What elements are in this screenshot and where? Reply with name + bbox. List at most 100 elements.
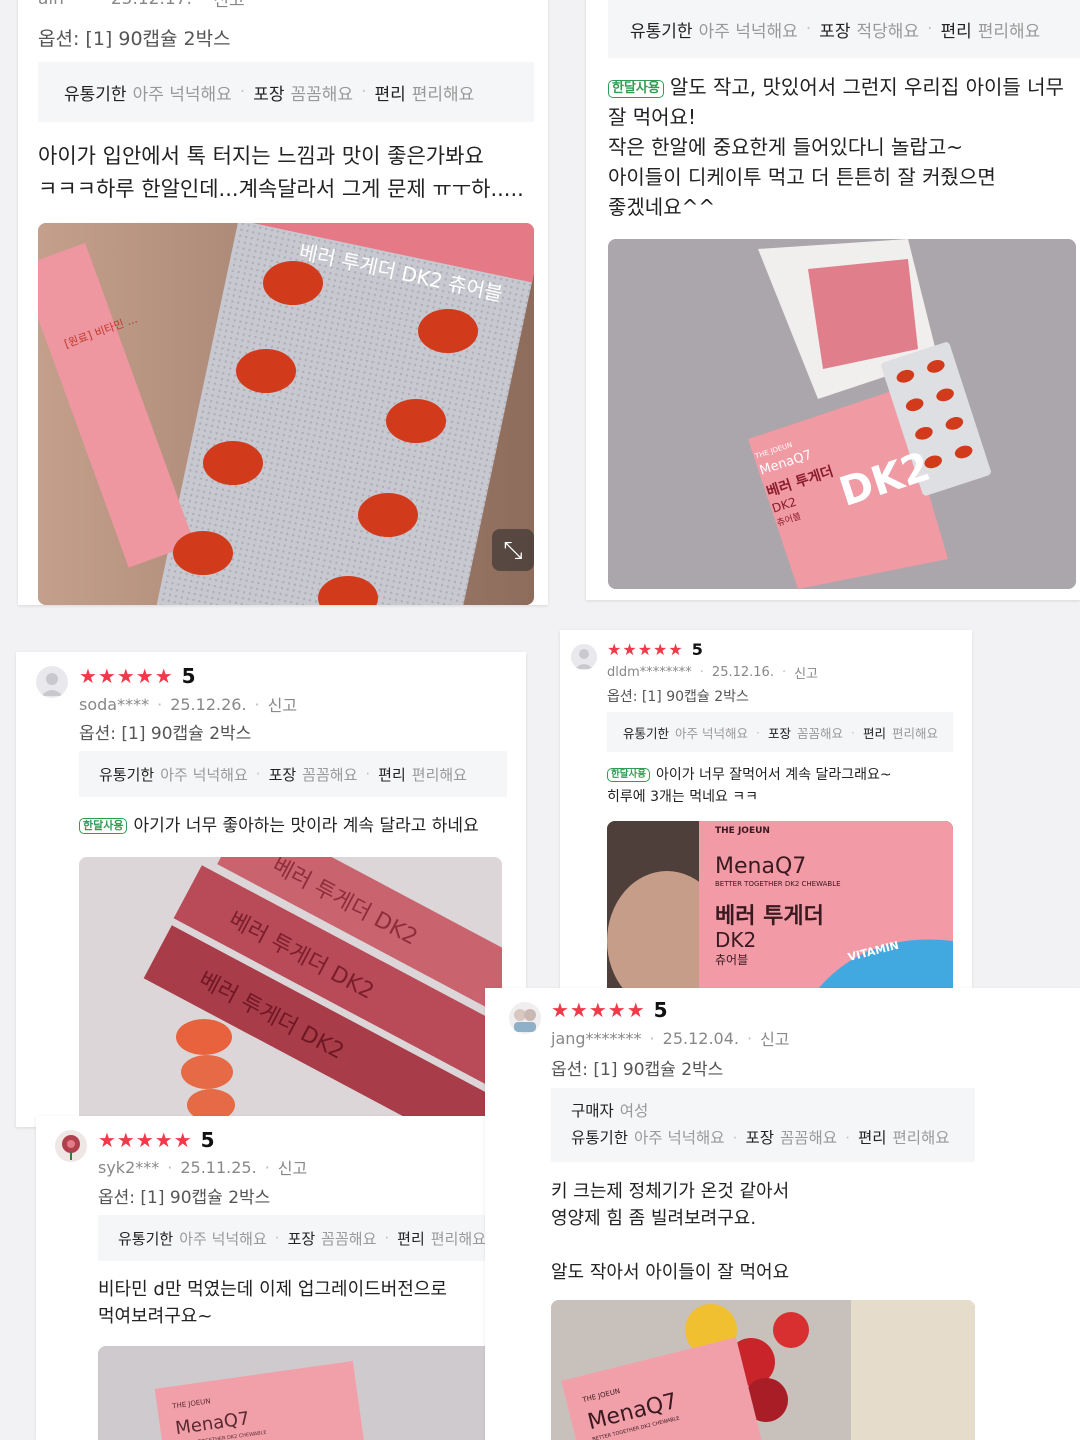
- rating-row: ★★★★★ 5: [551, 998, 668, 1022]
- blister-pack-photo: 베러 투게더 DK2 츄어블 [원료] 비타민 ...: [38, 223, 534, 605]
- review-text-line: 먹여보려구요~: [98, 1306, 213, 1327]
- tag-shelf-value: 아주 넉넉해요: [132, 84, 232, 105]
- review-text-line: 키 크는제 정체기가 온것 같아서: [551, 1181, 790, 1202]
- box-brand: THE JOEUN: [715, 826, 770, 836]
- review-text-line: 아이가 너무 잘먹어서 계속 달라그래요~: [655, 767, 892, 783]
- review-meta: soda**** · 25.12.26. · 신고: [79, 692, 297, 716]
- rating-score: 5: [200, 1128, 215, 1152]
- review-photo[interactable]: THE JOEUN MenaQ7 BETTER TOGETHER DK2 CHE…: [98, 1346, 516, 1440]
- avatar: [571, 644, 597, 670]
- review-date: 25.12.26.: [170, 694, 247, 714]
- product-box-photo: THE JOEUN MenaQ7 BETTER TOGETHER DK2 CHE…: [607, 821, 953, 990]
- tag-pack-label: 포장: [287, 1229, 316, 1248]
- tag-shelf-value: 아주 넉넉해요: [160, 765, 248, 784]
- tag-conv-label: 편리: [858, 1129, 887, 1147]
- review-text-line: 영양제 힘 좀 빌려보려구요.: [551, 1208, 757, 1229]
- report-link[interactable]: 신고: [213, 0, 244, 11]
- review-text: 비타민 d만 먹였는데 이제 업그레이드버전으로 먹여보려구요~: [98, 1276, 447, 1330]
- avatar: [55, 1130, 87, 1162]
- review-card: ★★★★★ 5 dldm******** · 25.12.16. · 신고 옵션…: [560, 630, 972, 990]
- report-link[interactable]: 신고: [278, 1155, 307, 1179]
- review-date: 25.12.04.: [662, 1028, 739, 1048]
- tag-shelf-label: 유통기한: [99, 765, 155, 784]
- reviewer-name: syk2***: [98, 1157, 160, 1177]
- review-text-line: 비타민 d만 먹였는데 이제 업그레이드버전으로: [98, 1279, 447, 1300]
- tag-conv-label: 편리: [374, 84, 406, 105]
- tag-pack-value: 꼼꼼해요: [290, 84, 354, 105]
- reviewer-name: ain***: [38, 0, 89, 9]
- tag-pack-value: 적당해요: [856, 21, 920, 42]
- review-photo[interactable]: THE JOEUN MenaQ7 BETTER TOGETHER DK2 CHE…: [607, 821, 953, 990]
- review-option: 옵션: [1] 90캡슐 2박스: [38, 28, 231, 50]
- tag-shelf-label: 유통기한: [118, 1229, 174, 1248]
- tag-conv-value: 편리해요: [430, 1229, 486, 1248]
- tag-shelf-label: 유통기한: [64, 84, 127, 105]
- review-photo[interactable]: THE JOEUN MenaQ7 베러 투게더 DK2 츄어블 DK2: [608, 239, 1076, 589]
- tag-pack-label: 포장: [253, 84, 285, 105]
- review-text-line: 알도 작고, 맛있어서 그런지 우리집 아이들 너무: [669, 75, 1064, 99]
- review-photo[interactable]: 베러 투게더 DK2 베러 투게더 DK2 베러 투게더 DK2: [79, 857, 502, 1127]
- rating-row: ★★★★★ 5: [79, 664, 196, 688]
- tag-conv-label: 편리: [863, 725, 887, 741]
- tag-conv-value: 편리해요: [977, 21, 1041, 42]
- review-option: 옵션: [1] 90캡슐 2박스: [607, 689, 749, 705]
- review-tags: 구매자 여성 유통기한 아주 넉넉해요 · 포장 꼼꼼해요 · 편리 편리해요: [551, 1088, 975, 1162]
- review-tags: 유통기한 아주 넉넉해요 · 포장 꼼꼼해요 · 편리 편리해요: [98, 1215, 516, 1261]
- tag-pack-value: 꼼꼼해요: [302, 765, 358, 784]
- product-box-photo: THE JOEUN MenaQ7 베러 투게더 DK2 츄어블 DK2: [608, 239, 1076, 589]
- month-use-badge: 한달사용: [79, 818, 128, 834]
- review-date: 25.11.25.: [180, 1157, 257, 1177]
- review-text: 아이가 입안에서 톡 터지는 느낌과 맛이 좋은가봐요 ㅋㅋㅋ하루 한알인데..…: [38, 140, 543, 206]
- tag-conv-value: 편리해요: [892, 725, 939, 741]
- star-rating-icon: ★★★★★: [551, 998, 646, 1022]
- profile-photo-icon: [62, 1135, 80, 1160]
- review-option: 옵션: [1] 90캡슐 2박스: [98, 1188, 271, 1208]
- tag-shelf-label: 유통기한: [623, 725, 670, 741]
- review-text-line: 아이들이 디케이투 먹고 더 튼튼히 잘 커줬으면: [608, 165, 996, 189]
- review-text-line: 아이가 입안에서 톡 터지는 느낌과 맛이 좋은가봐요: [38, 144, 484, 168]
- profile-photo-icon: [514, 1009, 536, 1032]
- review-date: 25.12.17.: [111, 0, 192, 9]
- tag-conv-value: 편리해요: [411, 84, 475, 105]
- box-sub: DK2: [715, 928, 756, 952]
- report-link[interactable]: 신고: [268, 692, 297, 716]
- review-text-line: 좋겠네요^^: [608, 195, 716, 219]
- review-text-line: 작은 한알에 중요한게 들어있다니 놀랍고~: [608, 135, 963, 159]
- review-text: 한달사용 알도 작고, 맛있어서 그런지 우리집 아이들 너무 잘 먹어요! 작은…: [608, 72, 1078, 222]
- review-tags: 유통기한 아주 넉넉해요 · 포장 꼼꼼해요 · 편리 편리해요: [38, 62, 534, 122]
- box-logo: MenaQ7: [715, 854, 806, 879]
- tag-pack-value: 꼼꼼해요: [780, 1129, 838, 1147]
- report-link[interactable]: 신고: [760, 1026, 789, 1050]
- blister-strips-photo: 베러 투게더 DK2 베러 투게더 DK2 베러 투게더 DK2: [79, 857, 502, 1127]
- review-text-line: [551, 1232, 789, 1259]
- rating-score: 5: [181, 664, 196, 688]
- star-rating-icon: ★★★★★: [98, 1128, 193, 1152]
- buyer-value: 여성: [619, 1102, 649, 1120]
- review-meta: ain*** · 25.12.17. · 신고: [38, 0, 245, 11]
- buyer-label: 구매자: [571, 1102, 614, 1120]
- tag-pack-label: 포장: [767, 725, 791, 741]
- review-photo[interactable]: 베러 투게더 DK2 츄어블 [원료] 비타민 ... ⤡: [38, 223, 534, 605]
- report-link[interactable]: 신고: [794, 663, 818, 682]
- box-chew: 츄어블: [715, 953, 748, 967]
- tag-shelf-label: 유통기한: [571, 1129, 629, 1147]
- tag-pack-value: 꼼꼼해요: [797, 725, 844, 741]
- tag-shelf-label: 유통기한: [630, 21, 693, 42]
- rating-score: 5: [653, 998, 668, 1022]
- month-use-badge: 한달사용: [608, 80, 664, 99]
- review-card: ★★★★★ 5 syk2*** · 25.11.25. · 신고 옵션: [1]…: [36, 1116, 536, 1440]
- reviewer-name: soda****: [79, 694, 150, 714]
- box-tagline: BETTER TOGETHER DK2 CHEWABLE: [715, 880, 841, 888]
- review-meta: jang******* · 25.12.04. · 신고: [551, 1026, 790, 1050]
- product-box-photo: THE JOEUN MenaQ7 BETTER TOGETHER DK2 CHE…: [98, 1346, 516, 1440]
- reviewer-name: dldm********: [607, 665, 692, 680]
- review-text: 키 크는제 정체기가 온것 같아서 영양제 힘 좀 빌려보려구요. 알도 작아서…: [551, 1178, 789, 1286]
- product-flowers-photo: THE JOEUN MenaQ7 BETTER TOGETHER DK2 CHE…: [551, 1300, 975, 1440]
- rating-row: ★★★★★ 5: [607, 640, 703, 659]
- expand-icon[interactable]: ⤡: [492, 529, 534, 571]
- review-date: 25.12.16.: [711, 665, 774, 680]
- user-default-icon: [575, 649, 593, 669]
- review-photo[interactable]: THE JOEUN MenaQ7 BETTER TOGETHER DK2 CHE…: [551, 1300, 975, 1440]
- review-tags: 유통기한 아주 넉넉해요 · 포장 꼼꼼해요 · 편리 편리해요: [607, 712, 953, 752]
- star-rating-icon: ★★★★★: [79, 664, 174, 688]
